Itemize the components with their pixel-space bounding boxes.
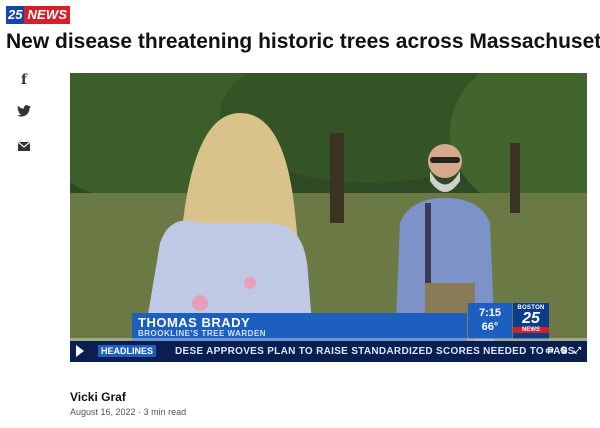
facebook-icon[interactable]: f (14, 72, 34, 88)
lower-third-name: THOMAS BRADY (138, 315, 251, 330)
player-controls: ▭ ⚙ ⤢ (545, 345, 581, 356)
logo-number: 25 (6, 6, 25, 24)
lower-third: THOMAS BRADY BROOKLINE'S TREE WARDEN (132, 313, 467, 341)
news-ticker: HEADLINES DESE APPROVES PLAN TO RAISE ST… (70, 341, 587, 362)
station-number: 25 (522, 310, 540, 327)
broadcast-clock: 7:15 66° (468, 303, 512, 339)
site-logo[interactable]: 25 NEWS (6, 6, 71, 24)
lower-third-title: BROOKLINE'S TREE WARDEN (138, 329, 267, 338)
video-player[interactable]: THOMAS BRADY BROOKLINE'S TREE WARDEN 7:1… (70, 73, 587, 362)
article-read-time: 3 min read (143, 407, 187, 417)
article-meta: August 16, 2022 · 3 min read (70, 407, 186, 417)
station-word: NEWS (513, 327, 549, 333)
clock-time: 7:15 (478, 307, 502, 319)
fullscreen-icon[interactable]: ⤢ (574, 345, 581, 356)
logo-word: NEWS (24, 6, 71, 24)
article-author[interactable]: Vicki Graf (70, 390, 126, 404)
email-icon[interactable] (14, 138, 34, 156)
ticker-tag: HEADLINES (98, 345, 157, 357)
settings-icon[interactable]: ⚙ (560, 345, 568, 356)
ticker-text: DESE APPROVES PLAN TO RAISE STANDARDIZED… (175, 346, 575, 357)
station-bug: BOSTON 25 NEWS (513, 303, 549, 339)
twitter-icon[interactable] (14, 104, 34, 122)
play-icon[interactable] (76, 345, 84, 357)
article-headline: New disease threatening historic trees a… (6, 30, 600, 53)
article-date: August 16, 2022 (70, 407, 136, 417)
closed-captions-icon[interactable]: ▭ (545, 345, 554, 356)
clock-temperature: 66° (481, 321, 499, 333)
